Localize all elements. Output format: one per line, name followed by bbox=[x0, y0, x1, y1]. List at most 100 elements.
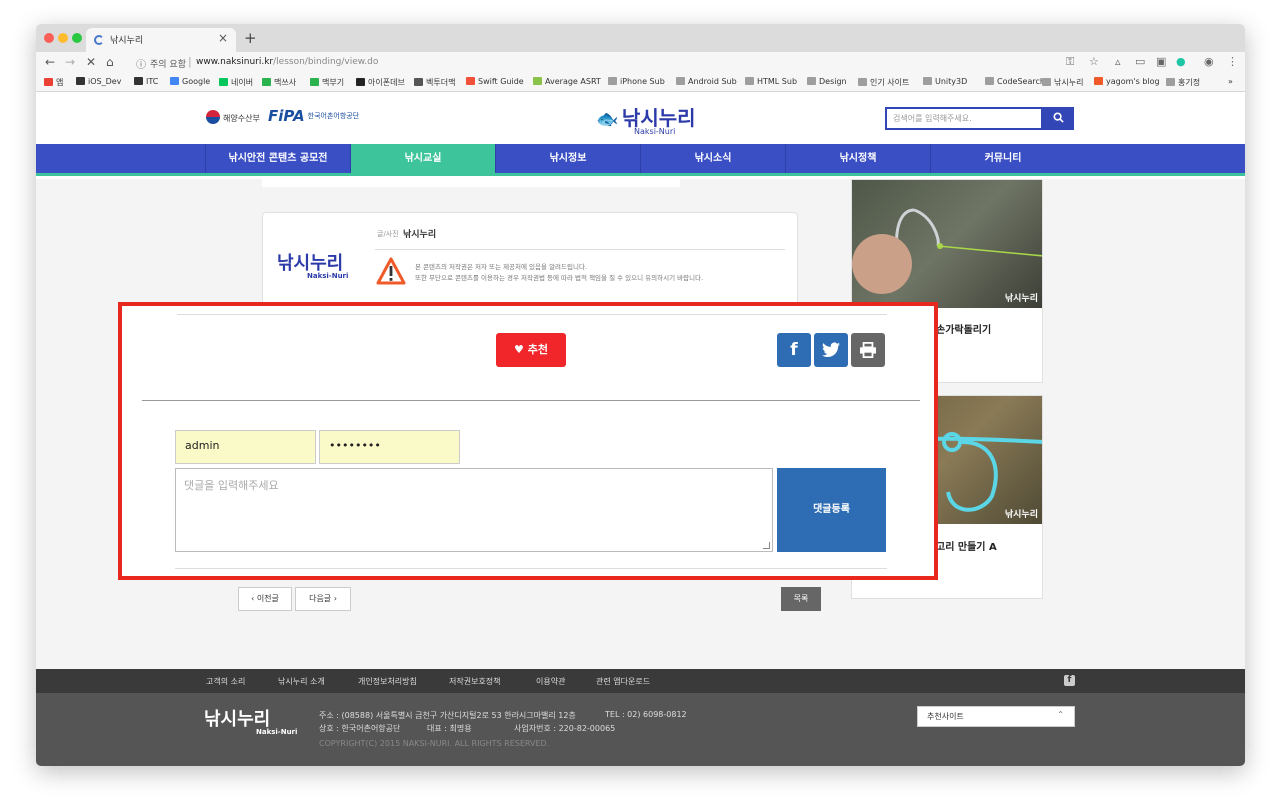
content-top-strip bbox=[262, 179, 680, 187]
bookmark-icon bbox=[44, 78, 53, 86]
sidebar-card-title[interactable]: 손가락돌리기 bbox=[936, 321, 991, 336]
bookmark-item[interactable]: 홍기정 bbox=[1166, 77, 1200, 88]
bookmark-icon bbox=[745, 77, 754, 85]
gov-logo[interactable]: 해양수산부 bbox=[206, 110, 260, 124]
search-button[interactable] bbox=[1042, 107, 1074, 130]
address-bar[interactable]: ⓘ 주의 요함 | www.naksinuri.kr/lesson/bindin… bbox=[130, 53, 1080, 73]
divider bbox=[175, 568, 887, 569]
bookmark-item[interactable]: 맥쓰사 bbox=[262, 77, 296, 88]
bookmark-item[interactable]: 맥부기 bbox=[310, 77, 344, 88]
recommend-button[interactable]: ♥ 추천 bbox=[496, 333, 566, 367]
list-button[interactable]: 목록 bbox=[781, 587, 821, 611]
bookmark-item[interactable]: iPhone Sub bbox=[608, 77, 665, 86]
close-window-icon[interactable] bbox=[44, 33, 54, 43]
print-button[interactable] bbox=[851, 333, 885, 367]
bookmark-icon bbox=[170, 77, 179, 85]
url-text[interactable]: www.naksinuri.kr/lesson/binding/view.do bbox=[196, 57, 378, 67]
comment-textarea[interactable]: 댓글을 입력해주세요 bbox=[175, 468, 773, 552]
nav-item[interactable]: 낚시안전 콘텐츠 공모전 bbox=[205, 144, 350, 173]
home-icon[interactable]: ⌂ bbox=[106, 55, 114, 69]
facebook-share-button[interactable]: f bbox=[777, 333, 811, 367]
nav-item[interactable]: 낚시정책 bbox=[785, 144, 930, 173]
comment-submit-button[interactable]: 댓글등록 bbox=[777, 468, 886, 552]
bookmark-icon bbox=[310, 78, 319, 86]
footer-ceo: 대표 : 최명용 bbox=[427, 724, 472, 733]
tab-close-icon[interactable]: × bbox=[218, 31, 228, 45]
footer-link[interactable]: 저작권보호정책 bbox=[449, 676, 501, 687]
footer-link[interactable]: 이용약관 bbox=[536, 676, 565, 687]
bookmark-item[interactable]: 낚시누리 bbox=[1042, 77, 1083, 88]
bookmark-item[interactable]: Android Sub bbox=[676, 77, 737, 86]
recommend-site-select[interactable]: 추천사이트 ⌃ bbox=[917, 706, 1075, 727]
bookmark-item[interactable]: Swift Guide bbox=[466, 77, 524, 86]
stop-icon[interactable]: ✕ bbox=[86, 55, 96, 69]
bookmark-item[interactable]: Google bbox=[170, 77, 210, 86]
footer-company: 상호 : 한국어촌어항공단 bbox=[319, 724, 401, 733]
bookmark-item[interactable]: iOS_Dev bbox=[76, 77, 121, 86]
bookmark-icon bbox=[356, 78, 365, 86]
nav-item[interactable]: 커뮤니티 bbox=[930, 144, 1075, 173]
magnifier-icon bbox=[1052, 112, 1064, 123]
extension-icon-2[interactable]: ▣ bbox=[1156, 55, 1166, 68]
bookmark-item[interactable]: 네이버 bbox=[219, 77, 253, 88]
bookmark-item[interactable]: ITC bbox=[134, 77, 158, 86]
bookmark-item[interactable]: 벡투더맥 bbox=[414, 77, 455, 88]
bookmark-item[interactable]: Unity3D bbox=[923, 77, 967, 86]
search-input[interactable]: 검색어를 입력해주세요. bbox=[885, 107, 1043, 130]
bookmark-item[interactable]: Design bbox=[807, 77, 847, 86]
next-post-button[interactable]: 다음글 › bbox=[295, 587, 351, 611]
bookmark-item[interactable]: 인기 사이트 bbox=[858, 77, 909, 88]
sidebar-card-title[interactable]: 고리 만들기 A bbox=[936, 538, 997, 553]
footer-links-bar: f 고객의 소리 낚시누리 소개 개인정보처리방침 저작권보호정책 이용약관 관련 앱다운… bbox=[36, 669, 1245, 693]
bookmark-star-icon[interactable]: ☆ bbox=[1089, 55, 1099, 68]
maximize-window-icon[interactable] bbox=[72, 33, 82, 43]
menu-kebab-icon[interactable]: ⋮ bbox=[1227, 55, 1238, 68]
minimize-window-icon[interactable] bbox=[58, 33, 68, 43]
bookmark-icon bbox=[858, 78, 867, 86]
bookmark-item[interactable]: HTML Sub bbox=[745, 77, 797, 86]
twitter-share-button[interactable] bbox=[814, 333, 848, 367]
browser-window: 낚시누리 × + ← → ✕ ⌂ ⓘ 주의 요함 | www.naksinuri… bbox=[36, 24, 1245, 766]
nav-item[interactable]: 낚시정보 bbox=[495, 144, 640, 173]
bookmark-item[interactable]: 앱 bbox=[44, 77, 63, 88]
nav-item[interactable]: 낚시교실 bbox=[350, 144, 495, 173]
taegeuk-icon bbox=[206, 110, 220, 124]
nav-item[interactable]: 낚시소식 bbox=[640, 144, 785, 173]
site-logo[interactable]: 🐟 낚시누리 Naksi-Nuri bbox=[596, 102, 696, 136]
warning-icon bbox=[376, 257, 406, 285]
bookmark-item[interactable]: Average ASRT bbox=[533, 77, 601, 86]
bookmarks-more-icon[interactable]: » bbox=[1228, 77, 1233, 86]
comment-password-input[interactable]: •••••••• bbox=[319, 430, 460, 464]
footer-link[interactable]: 관련 앱다운로드 bbox=[596, 676, 650, 687]
comment-username-input[interactable]: admin bbox=[175, 430, 316, 464]
info-icon[interactable]: ⓘ bbox=[136, 56, 146, 71]
author-label: 글/사진 bbox=[377, 230, 399, 238]
bookmark-item[interactable]: 아이폰데브 bbox=[356, 77, 405, 88]
browser-tab[interactable]: 낚시누리 × bbox=[86, 28, 236, 52]
bookmark-icon bbox=[76, 77, 85, 85]
profile-avatar[interactable]: ◉ bbox=[1204, 55, 1214, 68]
extension-icon-3[interactable]: ● bbox=[1176, 55, 1186, 68]
drive-extension-icon[interactable]: ▵ bbox=[1115, 55, 1121, 68]
fipa-logo[interactable]: FiPA 한국어촌어항공단 bbox=[268, 107, 359, 125]
back-icon[interactable]: ← bbox=[45, 55, 55, 69]
bookmark-item[interactable]: yagom's blog bbox=[1094, 77, 1160, 86]
extension-icon[interactable]: ▭ bbox=[1135, 55, 1145, 68]
new-tab-button[interactable]: + bbox=[244, 29, 257, 47]
heart-icon: ♥ bbox=[514, 343, 524, 356]
facebook-icon: f bbox=[790, 340, 798, 360]
author-box: 낚시누리 Naksi-Nuri 글/사진 낚시누리 본 콘텐츠의 저작권은 저자 … bbox=[262, 212, 798, 312]
prev-post-button[interactable]: ‹ 이전글 bbox=[238, 587, 292, 611]
footer-link[interactable]: 낚시누리 소개 bbox=[278, 676, 325, 687]
bookmark-item[interactable]: CodeSearch bbox=[985, 77, 1045, 86]
resize-grip-icon[interactable] bbox=[763, 542, 770, 549]
footer-copyright: COPYRIGHT(C) 2015 NAKSI-NURI. ALL RIGHTS… bbox=[319, 739, 550, 748]
forward-icon[interactable]: → bbox=[65, 55, 75, 69]
site-header: 해양수산부 FiPA 한국어촌어항공단 🐟 낚시누리 Naksi-Nuri 검색어… bbox=[36, 92, 1245, 144]
hook-thumbnail[interactable]: 낚시누리 bbox=[852, 180, 1042, 308]
footer-link[interactable]: 개인정보처리방침 bbox=[358, 676, 417, 687]
comment-placeholder: 댓글을 입력해주세요 bbox=[184, 479, 279, 492]
footer-link[interactable]: 고객의 소리 bbox=[206, 676, 245, 687]
key-icon[interactable]: ⚿ bbox=[1066, 55, 1074, 69]
facebook-icon[interactable]: f bbox=[1064, 675, 1075, 686]
